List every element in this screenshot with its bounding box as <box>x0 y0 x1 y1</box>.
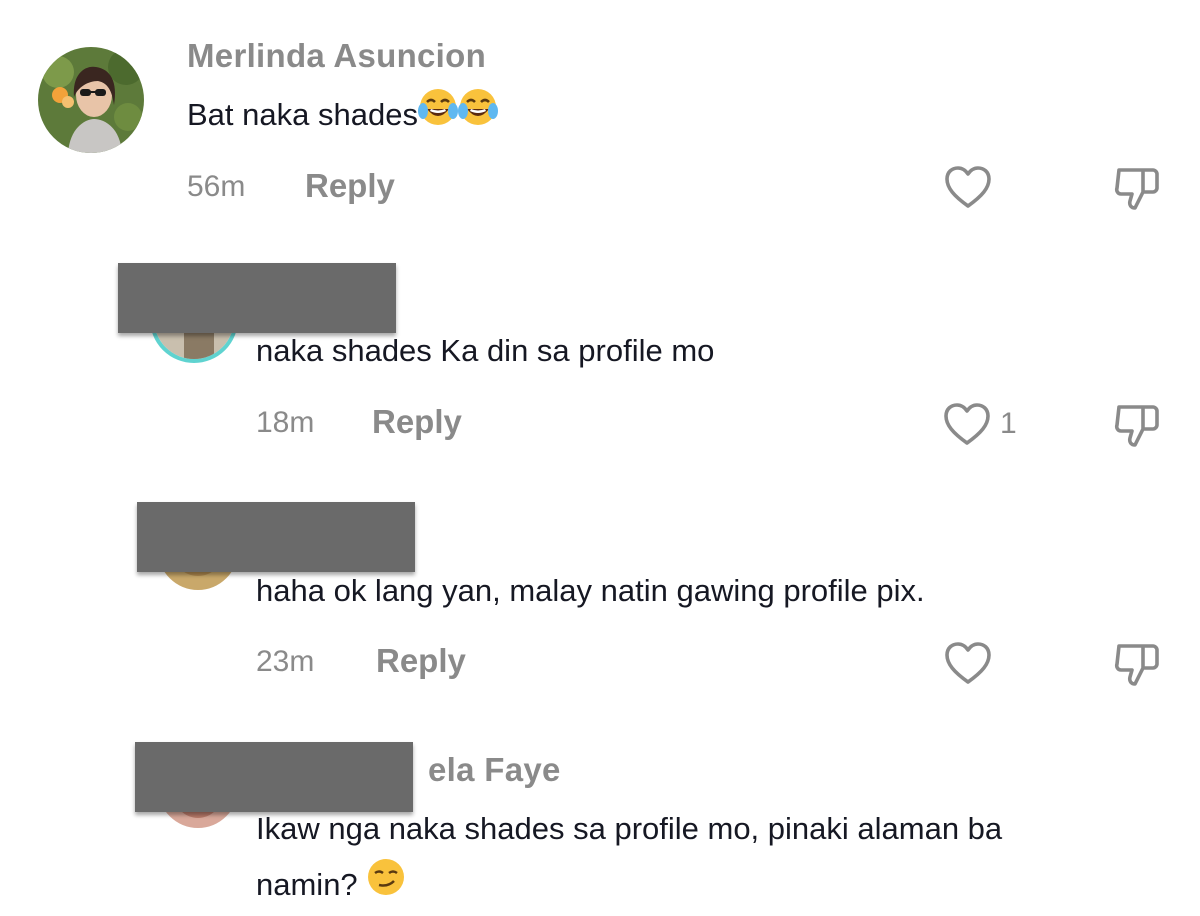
comment-text: namin? <box>256 856 406 916</box>
smirk-emoji <box>366 857 406 916</box>
reply-button[interactable]: Reply <box>376 642 466 680</box>
comment-timestamp: 18m <box>256 406 315 439</box>
thumbs-down-icon[interactable] <box>1113 401 1161 456</box>
comment-username[interactable]: ela Faye <box>428 751 561 789</box>
avatar[interactable] <box>38 47 144 153</box>
comment-text: Bat naka shades <box>187 86 498 146</box>
comment-timestamp: 56m <box>187 170 246 203</box>
comment-username[interactable]: Merlinda Asuncion <box>187 37 486 75</box>
comment-timestamp: 23m <box>256 645 315 678</box>
comment-text-content: namin? <box>256 867 358 902</box>
reply-button[interactable]: Reply <box>305 167 395 205</box>
comment-text: haha ok lang yan, malay natin gawing pro… <box>256 573 925 608</box>
joy-emoji <box>457 87 498 146</box>
thumbs-down-icon[interactable] <box>1113 640 1161 695</box>
joy-emoji <box>417 87 458 146</box>
comment-text: Ikaw nga naka shades sa profile mo, pina… <box>256 811 1003 846</box>
like-count: 1 <box>1000 407 1017 440</box>
heart-outline-icon[interactable] <box>944 164 992 215</box>
thumbs-down-icon[interactable] <box>1113 164 1161 219</box>
heart-outline-icon[interactable] <box>944 640 992 691</box>
comment-text-content: Bat naka shades <box>187 97 418 132</box>
heart-outline-icon[interactable] <box>943 401 991 452</box>
comment-text: naka shades Ka din sa profile mo <box>256 333 715 368</box>
reply-button[interactable]: Reply <box>372 403 462 441</box>
